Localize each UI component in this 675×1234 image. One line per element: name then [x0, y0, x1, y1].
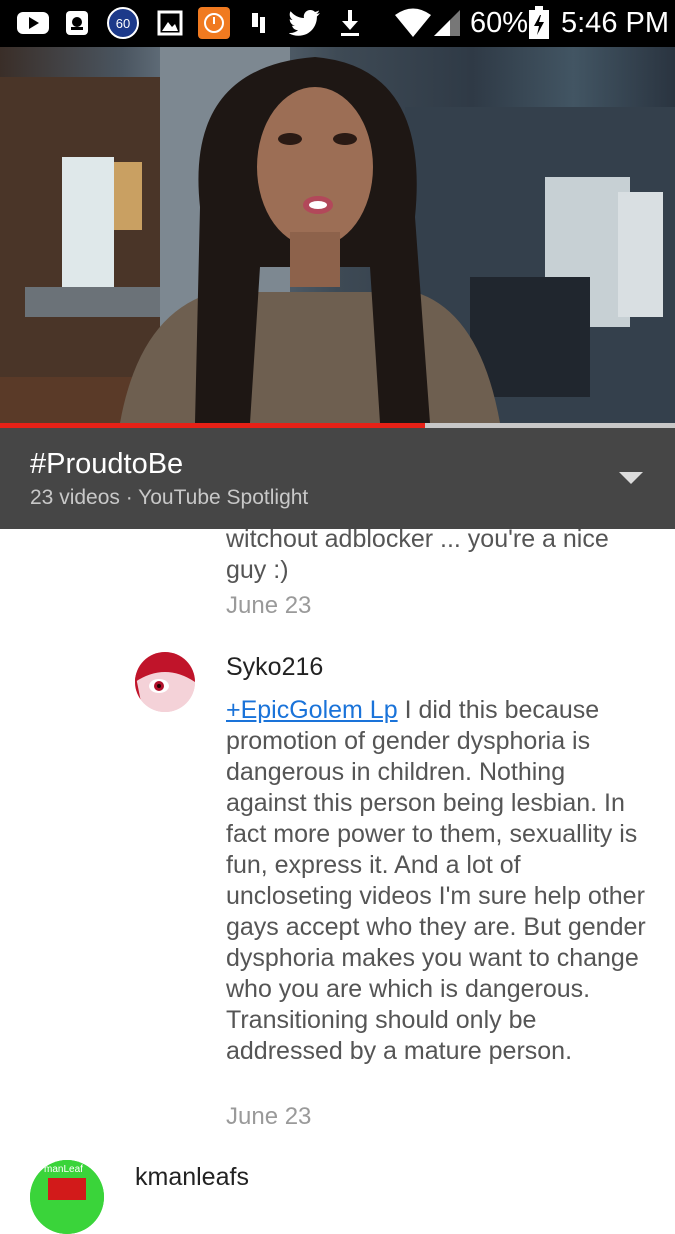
- battery-icon: [528, 6, 550, 39]
- screenshot-icon: [65, 8, 89, 38]
- avatar[interactable]: [135, 652, 195, 712]
- counter-badge-icon: 60: [107, 7, 139, 39]
- chevron-down-icon[interactable]: [619, 472, 643, 484]
- comment-date: June 23: [226, 592, 312, 619]
- gallery-icon: [157, 8, 183, 38]
- comment-author[interactable]: kmanleafs: [135, 1163, 249, 1192]
- comment-text: witchout adblocker ... you're a nice guy…: [226, 525, 609, 584]
- twitter-icon: [289, 8, 321, 38]
- youtube-icon: [17, 8, 49, 38]
- avatar[interactable]: manLeaf: [30, 1160, 104, 1234]
- video-player[interactable]: [0, 47, 675, 423]
- playlist-bar[interactable]: #ProudtoBe 23 videos · YouTube Spotlight: [0, 428, 675, 529]
- tool-icon: [248, 8, 272, 38]
- signal-icon: [432, 8, 462, 38]
- playlist-title: #ProudtoBe: [30, 448, 184, 480]
- playlist-subtitle: 23 videos · YouTube Spotlight: [30, 486, 309, 509]
- status-bar: 60 60% 5:46 PM: [0, 0, 675, 47]
- clock: 5:46 PM: [561, 7, 669, 39]
- download-icon: [338, 8, 362, 38]
- avatar-image: [135, 652, 195, 712]
- avatar-text: manLeaf: [44, 1164, 83, 1175]
- video-frame: [0, 47, 675, 423]
- comment-date: June 23: [226, 1103, 312, 1130]
- comment-body-text: I did this because promotion of gender d…: [226, 696, 646, 1065]
- battery-percent: 60%: [470, 7, 529, 39]
- comment-body: +EpicGolem Lp I did this because promoti…: [226, 695, 651, 1067]
- wifi-icon: [394, 8, 432, 38]
- mention-link[interactable]: +EpicGolem Lp: [226, 696, 398, 724]
- avatar-image: manLeaf: [30, 1160, 104, 1234]
- comment-author[interactable]: Syko216: [226, 653, 323, 682]
- app-icon: [198, 7, 230, 39]
